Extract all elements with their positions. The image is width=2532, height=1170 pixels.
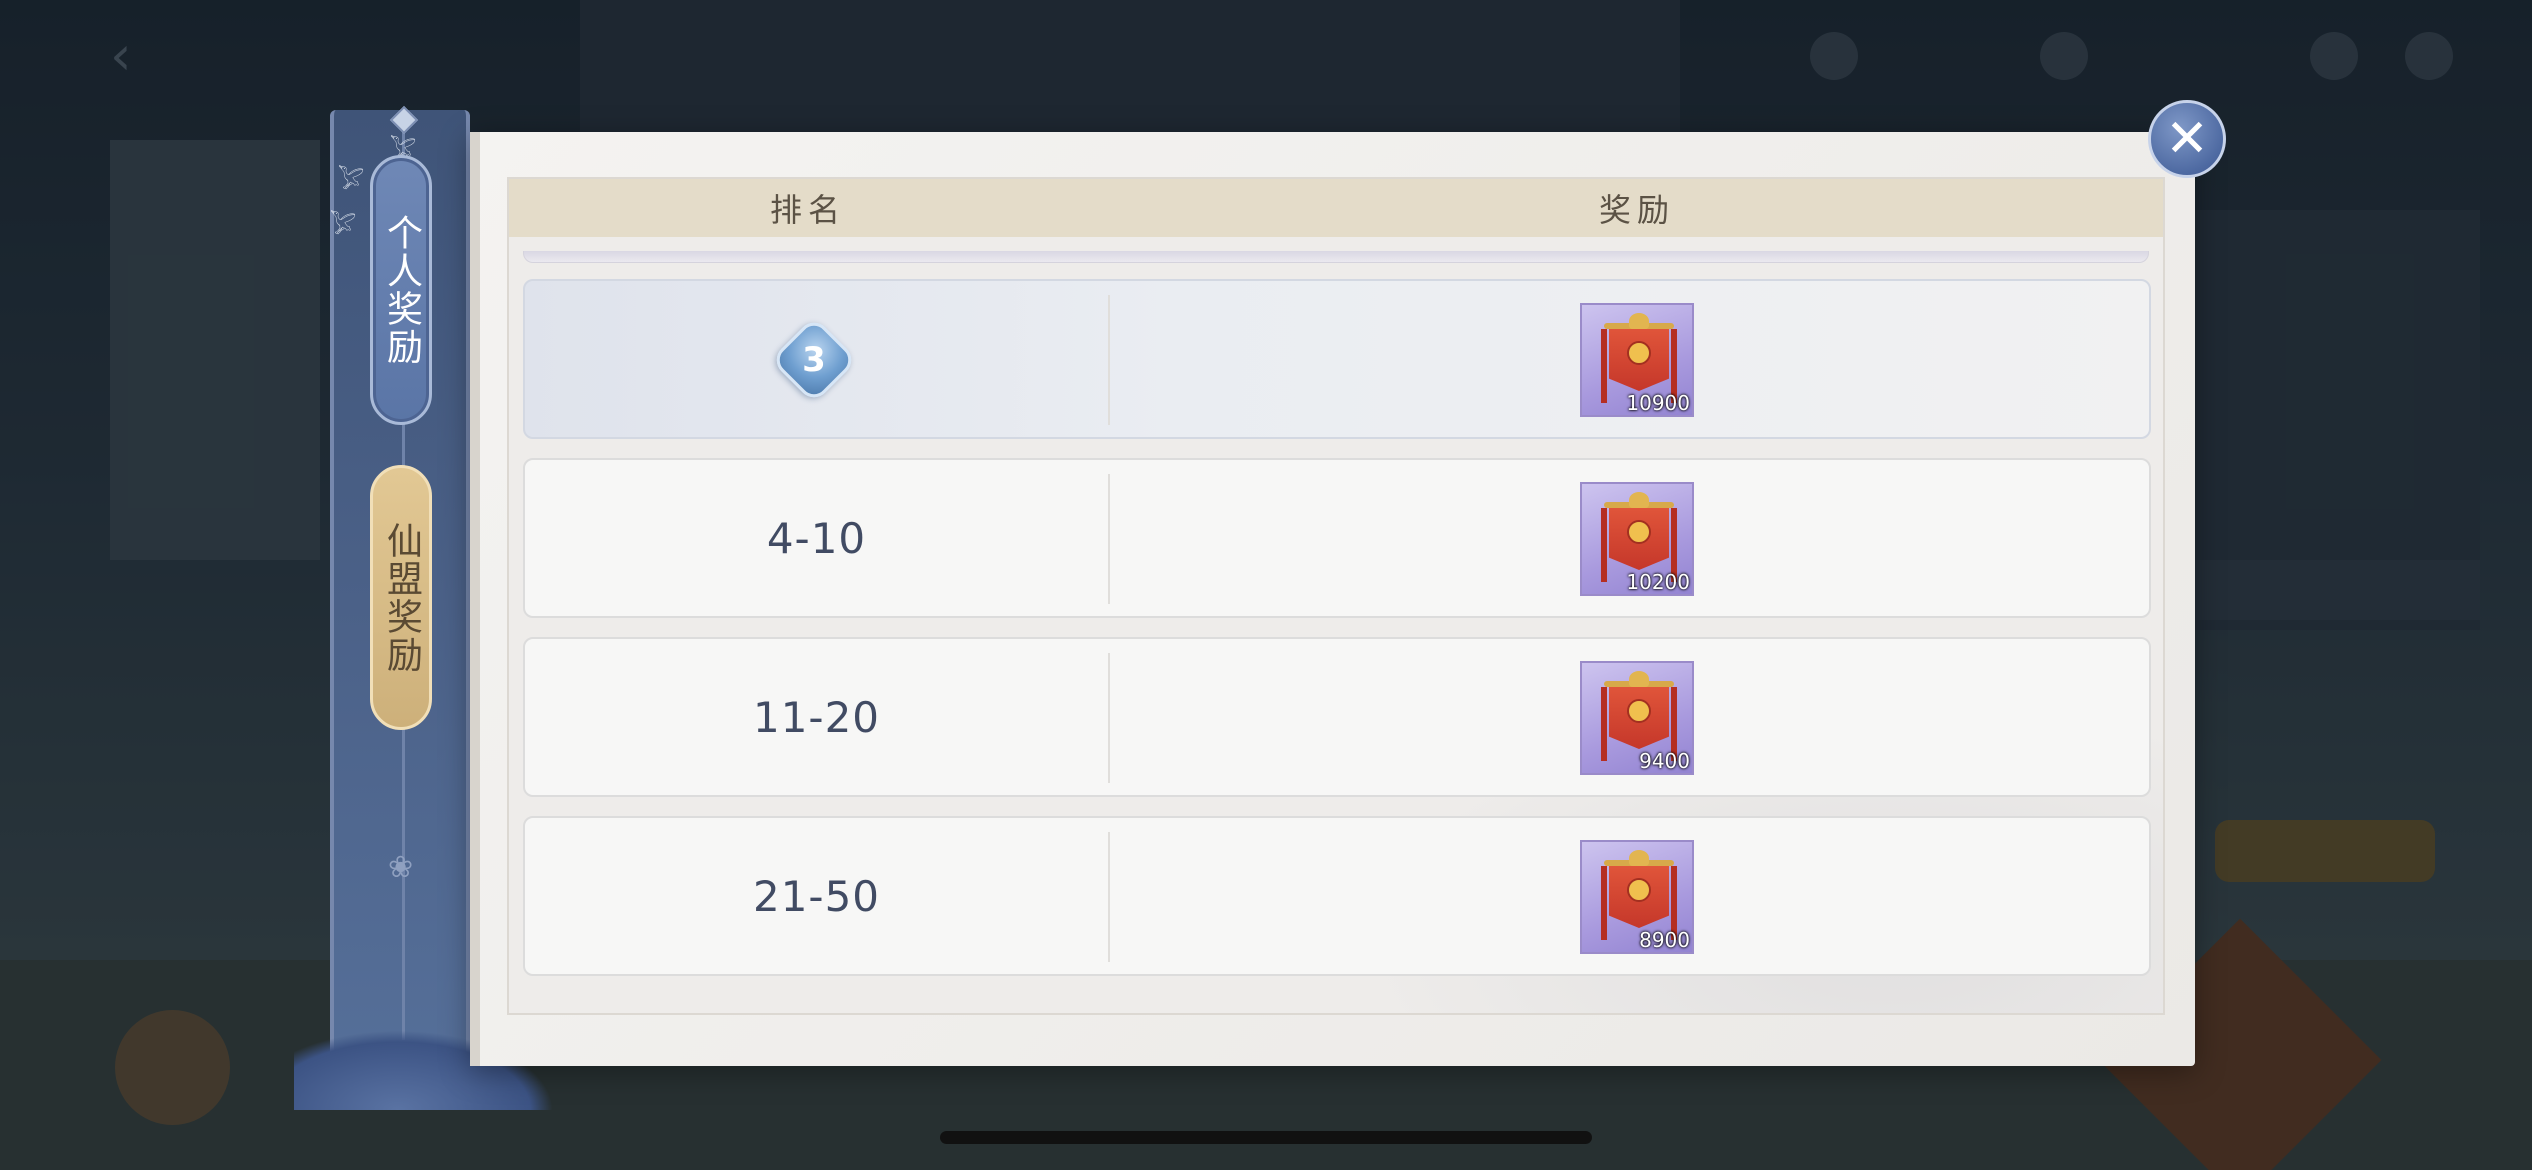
table-header: 排名 奖励	[509, 179, 2163, 237]
bird-icon: 𓅯	[330, 214, 357, 239]
previous-row-edge	[523, 251, 2149, 263]
reward-item[interactable]: 8900	[1580, 840, 1694, 954]
table-row: 3 10900	[523, 279, 2151, 439]
rank-range: 11-20	[752, 692, 881, 742]
rank-badge: 3	[770, 316, 858, 404]
row-divider	[1108, 653, 1110, 783]
reward-item[interactable]: 10200	[1580, 482, 1694, 596]
rank-number: 3	[802, 340, 826, 380]
reward-dialog: 排名 奖励 3 10900 4-10 10200 11-20 9400 21-5…	[470, 132, 2195, 1066]
header-reward: 奖励	[1598, 191, 1675, 229]
reward-quantity: 10200	[1626, 570, 1690, 594]
row-divider	[1108, 474, 1110, 604]
lotus-icon: ❀	[388, 850, 414, 885]
reward-quantity: 9400	[1639, 749, 1690, 773]
reward-quantity: 8900	[1639, 928, 1690, 952]
home-indicator	[940, 1131, 1592, 1144]
row-divider	[1108, 832, 1110, 962]
bird-icon: 𓅯	[338, 169, 365, 194]
reward-quantity: 10900	[1626, 391, 1690, 415]
table-row: 11-20 9400	[523, 637, 2151, 797]
rank-range: 4-10	[766, 513, 867, 563]
header-rank: 排名	[769, 191, 846, 229]
reward-table: 排名 奖励 3 10900 4-10 10200 11-20 9400 21-5…	[507, 177, 2165, 1015]
table-row: 4-10 10200	[523, 458, 2151, 618]
tab-alliance-reward[interactable]: 仙盟奖励	[370, 465, 432, 730]
close-button[interactable]: ✕	[2148, 100, 2226, 178]
dialog-edge	[470, 132, 480, 1066]
rank-range: 21-50	[752, 871, 881, 921]
tab-personal-reward[interactable]: 个人奖励	[370, 155, 432, 425]
reward-item[interactable]: 9400	[1580, 661, 1694, 775]
reward-item[interactable]: 10900	[1580, 303, 1694, 417]
close-icon: ✕	[2165, 109, 2209, 169]
row-divider	[1108, 295, 1110, 425]
table-row: 21-50 8900	[523, 816, 2151, 976]
